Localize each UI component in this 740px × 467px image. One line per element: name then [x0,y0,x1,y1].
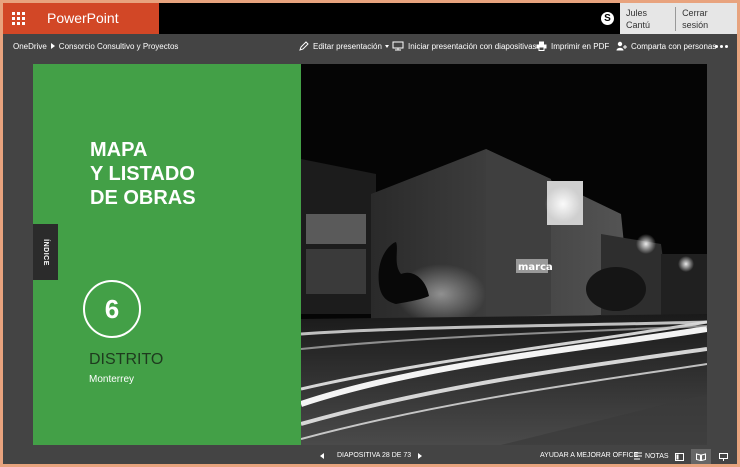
app-launcher-button[interactable] [3,3,34,34]
notes-button[interactable]: NOTAS [634,452,669,460]
breadcrumb-onedrive[interactable]: OneDrive [13,42,47,51]
breadcrumb-folder[interactable]: Consorcio Consultivo y Proyectos [59,42,179,51]
next-slide-button[interactable] [418,453,422,459]
slideshow-view-icon [718,452,728,461]
photo-sign-text: marca [518,262,553,273]
edit-presentation-label: Editar presentación [313,41,382,51]
share-button[interactable]: Comparta con personas [616,34,716,58]
chevron-down-icon [384,44,389,48]
district-number: 6 [104,293,120,324]
slide-counter: DIAPOSITIVA 28 DE 73 [337,452,412,459]
slide-title-line-2: Y LISTADO [90,163,195,185]
share-label: Comparta con personas [631,41,717,51]
notes-icon [634,452,642,460]
slideshow-view-button[interactable] [715,449,731,464]
user-name[interactable]: Jules Cantú [620,6,677,31]
edit-presentation-button[interactable]: Editar presentación [299,34,389,58]
print-pdf-button[interactable]: Imprimir en PDF [536,34,609,58]
start-slideshow-label: Iniciar presentación con diapositivas [408,41,537,51]
projector-screen-icon [392,41,404,51]
skype-button[interactable]: S [595,3,620,34]
skype-icon: S [601,12,614,25]
reading-view-button[interactable] [691,449,711,464]
normal-view-button[interactable] [671,449,687,464]
pencil-icon [299,41,309,51]
night-street-photo: marca [301,64,707,445]
waffle-icon [12,12,25,25]
breadcrumb: OneDrive Consorcio Consultivo y Proyecto… [13,34,178,58]
normal-view-icon [674,452,684,461]
district-label: DISTRITO [89,351,164,368]
index-tab-label: ÍNDICE [42,238,50,266]
breadcrumb-separator-icon [50,43,55,49]
app-title[interactable]: PowerPoint Online [34,3,159,57]
share-person-icon [616,41,627,51]
printer-icon [536,41,547,51]
start-slideshow-button[interactable]: Iniciar presentación con diapositivas [392,34,537,58]
index-tab[interactable]: ÍNDICE [33,224,58,280]
slide-green-panel: MAPA Y LISTADO DE OBRAS ÍNDICE 6 DISTRIT… [33,64,301,445]
sign-out-link[interactable]: Cerrar sesión [676,7,737,31]
slide-canvas: MAPA Y LISTADO DE OBRAS ÍNDICE 6 DISTRIT… [33,64,707,445]
more-dots-icon [715,44,718,48]
previous-slide-button[interactable] [320,453,324,459]
slide-title-line-1: MAPA [90,139,148,161]
status-bar: DIAPOSITIVA 28 DE 73 AYUDAR A MEJORAR OF… [3,449,737,464]
more-options-button[interactable] [715,34,728,58]
print-pdf-label: Imprimir en PDF [551,41,610,51]
help-improve-office-link[interactable]: AYUDAR A MEJORAR OFFICE [540,452,638,459]
command-bar: OneDrive Consorcio Consultivo y Proyecto… [3,34,737,58]
city-label: Monterrey [89,374,135,385]
district-number-badge: 6 [83,280,141,338]
slide-title-line-3: DE OBRAS [90,187,196,209]
top-bar: PowerPoint Online S Jules Cantú Cerrar s… [3,3,737,57]
notes-label: NOTAS [645,452,669,460]
user-area: Jules Cantú Cerrar sesión [620,3,737,34]
app-window: PowerPoint Online S Jules Cantú Cerrar s… [3,3,737,464]
slide-title: MAPA Y LISTADO DE OBRAS [90,138,270,210]
reading-view-icon [696,452,706,461]
